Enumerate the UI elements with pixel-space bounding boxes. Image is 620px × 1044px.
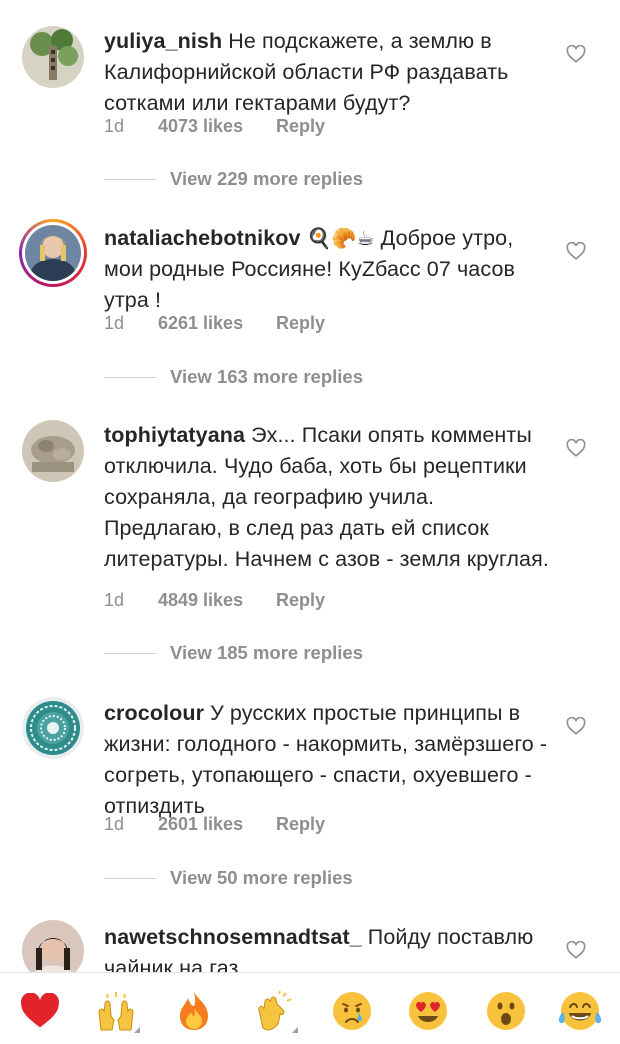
like-heart-icon[interactable] (566, 439, 586, 457)
view-replies-button[interactable]: View 185 more replies (104, 642, 363, 664)
view-replies-button[interactable]: View 50 more replies (104, 867, 353, 889)
comment-username[interactable]: tophiytatyana (104, 423, 245, 447)
comment-meta: 1d 4849 likes Reply (104, 590, 325, 611)
comment-meta: 1d 2601 likes Reply (104, 814, 325, 835)
view-replies-button[interactable]: View 229 more replies (104, 168, 363, 190)
view-replies-label: View 185 more replies (170, 642, 363, 663)
clapping-hands-emoji-button[interactable] (250, 987, 298, 1035)
avatar-story-ring[interactable] (19, 219, 87, 287)
reply-button[interactable]: Reply (276, 814, 325, 835)
divider-line (104, 877, 156, 879)
divider-line (104, 652, 156, 654)
view-replies-label: View 50 more replies (170, 867, 353, 888)
reply-button[interactable]: Reply (276, 116, 325, 137)
red-heart-icon (21, 993, 59, 1028)
avatar[interactable] (22, 26, 84, 88)
comment-meta: 1d 4073 likes Reply (104, 116, 325, 137)
crying-face-icon (333, 992, 371, 1030)
like-heart-icon[interactable] (566, 941, 586, 959)
comment-meta: 1d 6261 likes Reply (104, 313, 325, 334)
red-heart-emoji-button[interactable] (16, 987, 64, 1035)
comment-age: 1d (104, 814, 125, 834)
divider-line (104, 376, 156, 378)
comments-screen: yuliya_nish Не подскажете, а землю в Кали… (0, 0, 620, 1044)
view-replies-label: View 163 more replies (170, 366, 363, 387)
heart-eyes-face-icon (409, 992, 447, 1030)
tears-of-joy-face-icon (558, 992, 602, 1030)
like-heart-icon[interactable] (566, 242, 586, 260)
clapping-hands-icon (258, 990, 292, 1031)
like-heart-icon[interactable] (566, 45, 586, 63)
heart-eyes-emoji-button[interactable] (404, 987, 452, 1035)
comment-age: 1d (104, 116, 125, 136)
comment-likes[interactable]: 2601 likes (158, 814, 276, 835)
raising-hands-emoji-button[interactable] (92, 987, 140, 1035)
tears-of-joy-emoji-button[interactable] (556, 987, 604, 1035)
skin-tone-indicator (134, 1027, 140, 1033)
comment-likes[interactable]: 4073 likes (158, 116, 276, 137)
avatar[interactable] (22, 420, 84, 482)
comment-likes[interactable]: 4849 likes (158, 590, 276, 611)
surprised-face-icon (487, 992, 525, 1030)
comment-username[interactable]: nawetschnosemnadtsat_ (104, 925, 362, 949)
comment-username[interactable]: nataliachebotnikov (104, 226, 301, 250)
crying-face-emoji-button[interactable] (328, 987, 376, 1035)
avatar[interactable] (22, 697, 84, 759)
fire-emoji-button[interactable] (170, 987, 218, 1035)
view-replies-button[interactable]: View 163 more replies (104, 366, 363, 388)
reply-button[interactable]: Reply (276, 313, 325, 334)
reply-button[interactable]: Reply (276, 590, 325, 611)
comment-username[interactable]: crocolour (104, 701, 204, 725)
emoji-reaction-bar (0, 972, 620, 1044)
fire-icon (180, 992, 208, 1030)
like-heart-icon[interactable] (566, 717, 586, 735)
comment-age: 1d (104, 313, 125, 333)
divider-line (104, 178, 156, 180)
raising-hands-icon (98, 992, 134, 1031)
skin-tone-indicator (292, 1027, 298, 1033)
comments-list: yuliya_nish Не подскажете, а землю в Кали… (0, 0, 620, 972)
comment-likes[interactable]: 6261 likes (158, 313, 276, 334)
comment-username[interactable]: yuliya_nish (104, 29, 222, 53)
view-replies-label: View 229 more replies (170, 168, 363, 189)
comment-age: 1d (104, 590, 125, 610)
surprised-face-emoji-button[interactable] (482, 987, 530, 1035)
avatar[interactable] (22, 920, 84, 972)
comment-emojis: 🍳🥐☕ (306, 226, 375, 250)
